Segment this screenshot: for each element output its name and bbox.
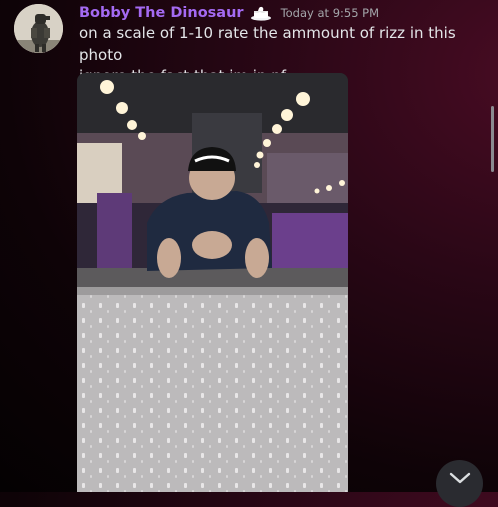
username[interactable]: Bobby The Dinosaur xyxy=(79,5,244,21)
mirror-selfie-photo xyxy=(77,73,348,492)
jump-to-present-button[interactable] xyxy=(436,460,483,507)
message-timestamp: Today at 9:55 PM xyxy=(280,6,380,20)
message-header: Bobby The Dinosaur Today at 9:55 PM xyxy=(79,4,379,22)
message-line: on a scale of 1-10 rate the ammount of r… xyxy=(79,24,456,64)
cake-icon[interactable] xyxy=(250,5,272,21)
avatar[interactable] xyxy=(14,4,63,53)
image-attachment[interactable] xyxy=(77,73,348,492)
chevron-down-icon xyxy=(449,472,470,484)
dinosaur-avatar-icon xyxy=(14,4,63,53)
scrollbar-thumb[interactable] xyxy=(491,106,494,172)
